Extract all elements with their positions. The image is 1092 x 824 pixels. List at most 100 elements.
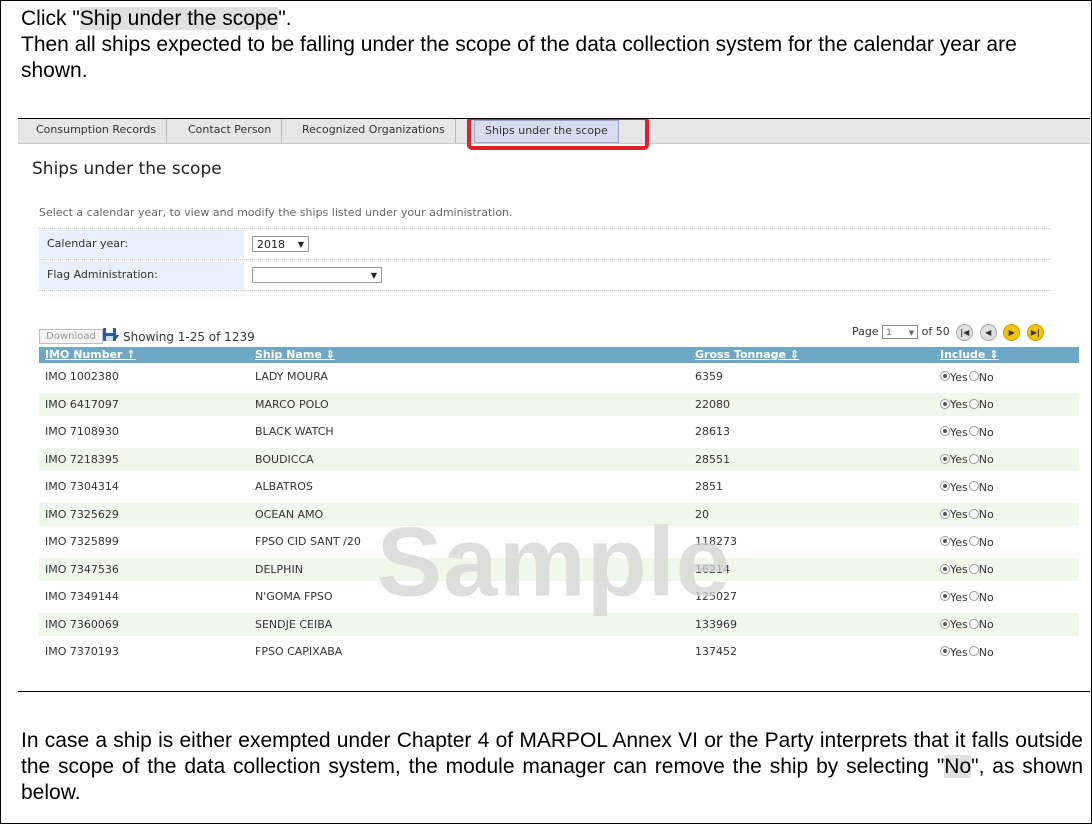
tab-consumption-records[interactable]: Consumption Records bbox=[26, 119, 168, 143]
header-include[interactable]: Include ⇕ bbox=[940, 347, 998, 363]
no-label: No bbox=[978, 425, 994, 439]
calendar-year-select[interactable]: 2018 ▼ bbox=[252, 236, 309, 252]
imo-number-cell: IMO 7347536 bbox=[45, 562, 119, 576]
flag-administration-select[interactable]: ▼ bbox=[252, 267, 382, 283]
intro-text: Select a calendar year, to view and modi… bbox=[39, 206, 513, 219]
include-cell: Yes No bbox=[940, 503, 995, 527]
include-yes-radio[interactable] bbox=[940, 508, 950, 519]
tab-contact-person[interactable]: Contact Person bbox=[178, 119, 283, 143]
ship-name-cell: BOUDICCA bbox=[255, 452, 314, 466]
gross-tonnage-cell: 20 bbox=[695, 507, 709, 521]
header-imo-number[interactable]: IMO Number ↑ bbox=[45, 347, 136, 363]
no-label: No bbox=[978, 508, 994, 521]
include-no-radio[interactable] bbox=[968, 591, 979, 601]
yes-label: Yes bbox=[950, 590, 968, 604]
include-yes-radio[interactable] bbox=[940, 591, 950, 601]
include-no-radio[interactable] bbox=[968, 398, 979, 409]
download-button[interactable]: Download bbox=[39, 329, 103, 344]
yes-label: Yes bbox=[950, 453, 968, 466]
gross-tonnage-cell: 137452 bbox=[695, 645, 737, 658]
bottom-note-prefix: In case a ship is either exempted under … bbox=[21, 729, 1083, 778]
include-cell: Yes No bbox=[940, 558, 995, 582]
save-disk-icon[interactable] bbox=[102, 326, 120, 344]
divider bbox=[39, 228, 1051, 229]
table-row: IMO 7347536 DELPHIN 16214 Yes No bbox=[39, 557, 1079, 582]
instruction-bottom: In case a ship is either exempted under … bbox=[21, 728, 1083, 806]
include-yes-radio[interactable] bbox=[940, 371, 950, 381]
divider bbox=[39, 259, 1051, 260]
include-cell: Yes No bbox=[940, 613, 995, 637]
ship-name-cell: MARCO POLO bbox=[255, 397, 329, 411]
gross-tonnage-cell: 118273 bbox=[695, 535, 737, 548]
no-label: No bbox=[978, 645, 994, 659]
no-label: No bbox=[978, 398, 994, 411]
imo-number-cell: IMO 7349144 bbox=[45, 590, 119, 603]
no-label: No bbox=[978, 480, 994, 494]
gross-tonnage-cell: 6359 bbox=[695, 370, 723, 383]
ship-name-cell: DELPHIN bbox=[255, 562, 303, 576]
include-no-radio[interactable] bbox=[968, 646, 979, 656]
ship-name-cell: FPSO CID SANT /20 bbox=[255, 535, 361, 548]
include-yes-radio[interactable] bbox=[940, 536, 950, 546]
include-no-radio[interactable] bbox=[968, 426, 979, 436]
gross-tonnage-cell: 133969 bbox=[695, 617, 737, 631]
include-no-radio[interactable] bbox=[968, 508, 979, 519]
include-yes-radio[interactable] bbox=[940, 563, 950, 574]
instruction-line1-prefix: Click " bbox=[21, 7, 80, 30]
showing-count: Showing 1-25 of 1239 bbox=[123, 330, 255, 344]
include-yes-radio[interactable] bbox=[940, 426, 950, 436]
callout-highlight-box bbox=[467, 119, 649, 150]
page-title: Ships under the scope bbox=[32, 159, 222, 179]
instruction-line2: Then all ships expected to be falling un… bbox=[21, 33, 1017, 82]
include-no-radio[interactable] bbox=[968, 481, 979, 491]
chevron-down-icon: ▼ bbox=[297, 240, 304, 249]
tab-recognized-organizations[interactable]: Recognized Organizations bbox=[292, 119, 456, 143]
app-screenshot: Consumption Records Contact Person Recog… bbox=[18, 118, 1090, 692]
calendar-year-label: Calendar year: bbox=[39, 230, 244, 258]
last-page-icon[interactable]: ▶| bbox=[1026, 323, 1044, 341]
no-label: No bbox=[978, 618, 994, 631]
ship-name-cell: N'GOMA FPSO bbox=[255, 590, 333, 603]
table-row: IMO 7349144 N'GOMA FPSO 125027 Yes No bbox=[39, 585, 1079, 608]
include-no-radio[interactable] bbox=[968, 563, 979, 574]
table-row: IMO 7304314 ALBATROS 2851 Yes No bbox=[39, 475, 1079, 498]
include-cell: Yes No bbox=[940, 448, 995, 472]
table-row: IMO 7325629 OCEAN AMO 20 Yes No bbox=[39, 502, 1079, 527]
yes-label: Yes bbox=[950, 563, 968, 576]
page-select[interactable]: 1 ▼ bbox=[882, 325, 919, 339]
imo-number-cell: IMO 7325629 bbox=[45, 507, 119, 521]
include-cell: Yes No bbox=[940, 365, 995, 389]
next-page-icon[interactable]: ▶ bbox=[1003, 323, 1021, 341]
ship-name-cell: SENDJE CEIBA bbox=[255, 617, 333, 631]
include-cell: Yes No bbox=[940, 640, 995, 664]
imo-number-cell: IMO 7218395 bbox=[45, 452, 119, 466]
table-row: IMO 7325899 FPSO CID SANT /20 118273 Yes No bbox=[39, 530, 1079, 553]
bottom-note-highlight: No bbox=[944, 755, 972, 778]
table-row: IMO 7370193 FPSO CAPIXABA 137452 Yes No bbox=[39, 640, 1079, 663]
header-gross-tonnage[interactable]: Gross Tonnage ⇕ bbox=[695, 347, 799, 363]
include-yes-radio[interactable] bbox=[940, 618, 950, 629]
yes-label: Yes bbox=[950, 508, 968, 521]
include-no-radio[interactable] bbox=[968, 453, 979, 464]
gross-tonnage-cell: 28551 bbox=[695, 452, 730, 466]
table-row: IMO 7360069 SENDJE CEIBA 133969 Yes No bbox=[39, 612, 1079, 637]
imo-number-cell: IMO 7325899 bbox=[45, 535, 119, 548]
gross-tonnage-cell: 125027 bbox=[695, 590, 737, 603]
include-no-radio[interactable] bbox=[968, 536, 979, 546]
flag-administration-label: Flag Administration: bbox=[39, 261, 244, 289]
header-ship-name[interactable]: Ship Name ⇕ bbox=[255, 347, 335, 363]
table-row: IMO 6417097 MARCO POLO 22080 Yes No bbox=[39, 392, 1079, 416]
yes-label: Yes bbox=[950, 618, 968, 631]
instruction-top: Click "Ship under the scope". Then all s… bbox=[21, 6, 1083, 84]
include-yes-radio[interactable] bbox=[940, 481, 950, 491]
include-yes-radio[interactable] bbox=[940, 398, 950, 409]
yes-label: Yes bbox=[950, 480, 968, 494]
previous-page-icon[interactable]: ◀ bbox=[979, 323, 997, 341]
include-no-radio[interactable] bbox=[968, 371, 979, 381]
include-yes-radio[interactable] bbox=[940, 453, 950, 464]
include-no-radio[interactable] bbox=[968, 618, 979, 629]
no-label: No bbox=[978, 590, 994, 604]
include-yes-radio[interactable] bbox=[940, 646, 950, 656]
yes-label: Yes bbox=[950, 645, 968, 659]
first-page-icon[interactable]: |◀ bbox=[956, 323, 974, 341]
